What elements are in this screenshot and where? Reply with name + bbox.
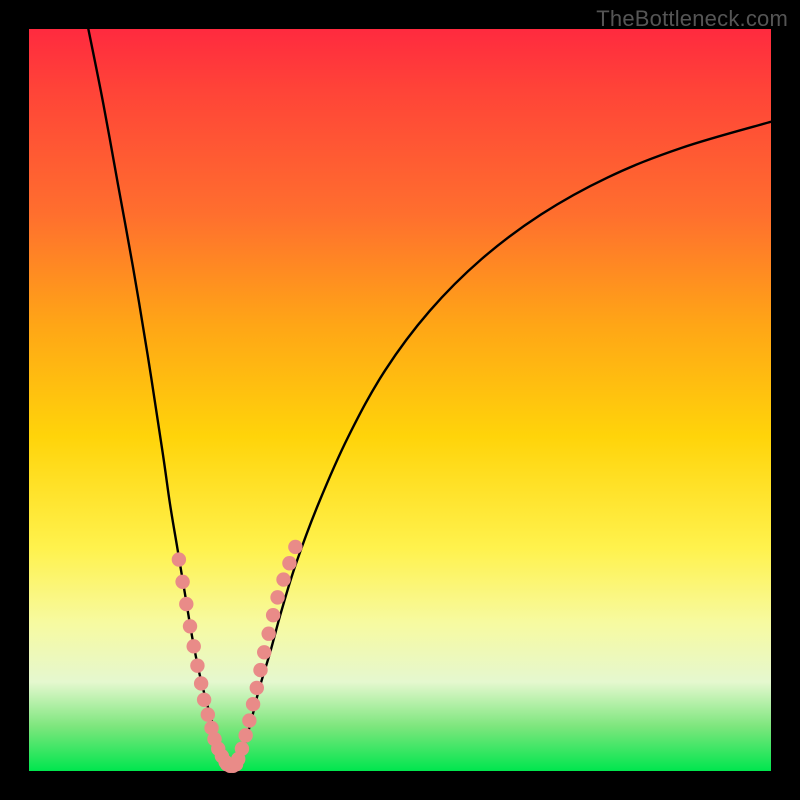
outer-frame: TheBottleneck.com	[0, 0, 800, 800]
marker-dot	[288, 540, 302, 554]
marker-dot	[238, 728, 252, 742]
marker-dot	[257, 645, 271, 659]
marker-dot	[194, 676, 208, 690]
curve-left-branch	[88, 29, 226, 762]
marker-dot	[242, 713, 256, 727]
marker-dot	[235, 742, 249, 756]
marker-dot	[190, 658, 204, 672]
curve-right-branch	[237, 122, 771, 762]
marker-dot	[229, 757, 243, 771]
marker-dot	[250, 681, 264, 695]
marker-dot	[197, 693, 211, 707]
marker-dot	[201, 707, 215, 721]
marker-dot	[172, 552, 186, 566]
marker-dot	[246, 697, 260, 711]
watermark-text: TheBottleneck.com	[596, 6, 788, 32]
marker-dot	[187, 639, 201, 653]
marker-dot	[253, 663, 267, 677]
marker-dot	[183, 619, 197, 633]
chart-svg	[0, 0, 800, 800]
marker-dot	[179, 597, 193, 611]
marker-dot	[175, 575, 189, 589]
marker-dot	[266, 608, 280, 622]
marker-dot	[261, 627, 275, 641]
marker-dot	[282, 556, 296, 570]
marker-dot	[276, 572, 290, 586]
marker-layer	[172, 540, 303, 773]
marker-dot	[270, 590, 284, 604]
